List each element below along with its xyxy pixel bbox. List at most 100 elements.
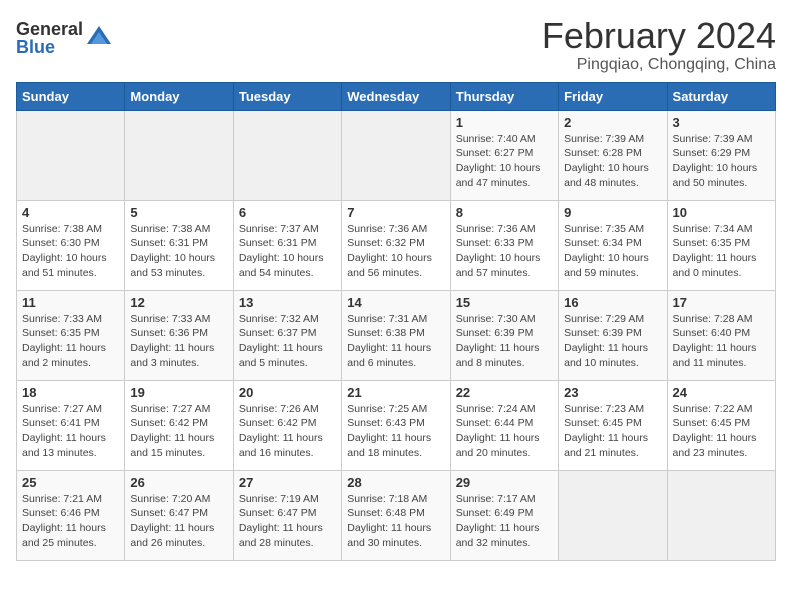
day-info: Sunrise: 7:37 AM Sunset: 6:31 PM Dayligh… bbox=[239, 222, 336, 281]
logo-blue-text: Blue bbox=[16, 38, 83, 56]
calendar-cell: 12 Sunrise: 7:33 AM Sunset: 6:36 PM Dayli… bbox=[125, 290, 233, 380]
day-number: 25 bbox=[22, 475, 119, 490]
calendar-cell: 20 Sunrise: 7:26 AM Sunset: 6:42 PM Dayli… bbox=[233, 380, 341, 470]
day-number: 29 bbox=[456, 475, 553, 490]
day-info: Sunrise: 7:29 AM Sunset: 6:39 PM Dayligh… bbox=[564, 312, 661, 371]
calendar-week-row: 25Sunrise: 7:21 AM Sunset: 6:46 PM Dayli… bbox=[17, 470, 776, 560]
day-info: Sunrise: 7:27 AM Sunset: 6:41 PM Dayligh… bbox=[22, 402, 119, 461]
day-info: Sunrise: 7:30 AM Sunset: 6:39 PM Dayligh… bbox=[456, 312, 553, 371]
day-info: Sunrise: 7:33 AM Sunset: 6:36 PM Dayligh… bbox=[130, 312, 227, 371]
day-number: 21 bbox=[347, 385, 444, 400]
calendar-cell: 19 Sunrise: 7:27 AM Sunset: 6:42 PM Dayli… bbox=[125, 380, 233, 470]
day-number: 22 bbox=[456, 385, 553, 400]
calendar-week-row: 4 Sunrise: 7:38 AM Sunset: 6:30 PM Daylig… bbox=[17, 200, 776, 290]
day-info: Sunrise: 7:40 AM Sunset: 6:27 PM Dayligh… bbox=[456, 132, 553, 191]
day-number: 28 bbox=[347, 475, 444, 490]
calendar-cell: 27 Sunrise: 7:19 AM Sunset: 6:47 PM Dayli… bbox=[233, 470, 341, 560]
calendar-table: SundayMondayTuesdayWednesdayThursdayFrid… bbox=[16, 82, 776, 561]
day-info: Sunrise: 7:33 AM Sunset: 6:35 PM Dayligh… bbox=[22, 312, 119, 371]
calendar-cell: 25Sunrise: 7:21 AM Sunset: 6:46 PM Dayli… bbox=[17, 470, 125, 560]
calendar-cell: 26 Sunrise: 7:20 AM Sunset: 6:47 PM Dayli… bbox=[125, 470, 233, 560]
day-header-tuesday: Tuesday bbox=[233, 82, 341, 110]
day-info: Sunrise: 7:23 AM Sunset: 6:45 PM Dayligh… bbox=[564, 402, 661, 461]
day-number: 1 bbox=[456, 115, 553, 130]
day-number: 17 bbox=[673, 295, 770, 310]
day-number: 9 bbox=[564, 205, 661, 220]
day-info: Sunrise: 7:32 AM Sunset: 6:37 PM Dayligh… bbox=[239, 312, 336, 371]
calendar-cell: 15 Sunrise: 7:30 AM Sunset: 6:39 PM Dayli… bbox=[450, 290, 558, 380]
day-number: 26 bbox=[130, 475, 227, 490]
calendar-cell: 18 Sunrise: 7:27 AM Sunset: 6:41 PM Dayli… bbox=[17, 380, 125, 470]
calendar-cell: 4 Sunrise: 7:38 AM Sunset: 6:30 PM Daylig… bbox=[17, 200, 125, 290]
day-number: 4 bbox=[22, 205, 119, 220]
day-header-wednesday: Wednesday bbox=[342, 82, 450, 110]
calendar-cell: 5 Sunrise: 7:38 AM Sunset: 6:31 PM Daylig… bbox=[125, 200, 233, 290]
day-number: 14 bbox=[347, 295, 444, 310]
day-number: 13 bbox=[239, 295, 336, 310]
calendar-cell: 9 Sunrise: 7:35 AM Sunset: 6:34 PM Daylig… bbox=[559, 200, 667, 290]
calendar-cell: 29 Sunrise: 7:17 AM Sunset: 6:49 PM Dayli… bbox=[450, 470, 558, 560]
day-number: 27 bbox=[239, 475, 336, 490]
calendar-cell: 22 Sunrise: 7:24 AM Sunset: 6:44 PM Dayli… bbox=[450, 380, 558, 470]
page-title: February 2024 bbox=[542, 16, 776, 56]
day-header-monday: Monday bbox=[125, 82, 233, 110]
calendar-cell: 17Sunrise: 7:28 AM Sunset: 6:40 PM Dayli… bbox=[667, 290, 775, 380]
day-number: 8 bbox=[456, 205, 553, 220]
calendar-cell bbox=[17, 110, 125, 200]
day-number: 3 bbox=[673, 115, 770, 130]
calendar-cell: 8 Sunrise: 7:36 AM Sunset: 6:33 PM Daylig… bbox=[450, 200, 558, 290]
day-info: Sunrise: 7:19 AM Sunset: 6:47 PM Dayligh… bbox=[239, 492, 336, 551]
day-number: 16 bbox=[564, 295, 661, 310]
day-info: Sunrise: 7:17 AM Sunset: 6:49 PM Dayligh… bbox=[456, 492, 553, 551]
day-info: Sunrise: 7:26 AM Sunset: 6:42 PM Dayligh… bbox=[239, 402, 336, 461]
logo-general-text: General bbox=[16, 20, 83, 38]
day-header-sunday: Sunday bbox=[17, 82, 125, 110]
calendar-cell: 7 Sunrise: 7:36 AM Sunset: 6:32 PM Daylig… bbox=[342, 200, 450, 290]
day-info: Sunrise: 7:38 AM Sunset: 6:31 PM Dayligh… bbox=[130, 222, 227, 281]
day-info: Sunrise: 7:25 AM Sunset: 6:43 PM Dayligh… bbox=[347, 402, 444, 461]
page-subtitle: Pingqiao, Chongqing, China bbox=[542, 56, 776, 74]
calendar-cell: 13 Sunrise: 7:32 AM Sunset: 6:37 PM Dayli… bbox=[233, 290, 341, 380]
day-number: 18 bbox=[22, 385, 119, 400]
day-info: Sunrise: 7:24 AM Sunset: 6:44 PM Dayligh… bbox=[456, 402, 553, 461]
day-number: 5 bbox=[130, 205, 227, 220]
day-header-friday: Friday bbox=[559, 82, 667, 110]
day-info: Sunrise: 7:18 AM Sunset: 6:48 PM Dayligh… bbox=[347, 492, 444, 551]
day-info: Sunrise: 7:35 AM Sunset: 6:34 PM Dayligh… bbox=[564, 222, 661, 281]
day-number: 15 bbox=[456, 295, 553, 310]
day-number: 7 bbox=[347, 205, 444, 220]
day-number: 10 bbox=[673, 205, 770, 220]
day-number: 19 bbox=[130, 385, 227, 400]
calendar-cell bbox=[559, 470, 667, 560]
logo: General Blue bbox=[16, 20, 113, 56]
day-info: Sunrise: 7:36 AM Sunset: 6:33 PM Dayligh… bbox=[456, 222, 553, 281]
day-info: Sunrise: 7:38 AM Sunset: 6:30 PM Dayligh… bbox=[22, 222, 119, 281]
day-number: 12 bbox=[130, 295, 227, 310]
calendar-cell: 1 Sunrise: 7:40 AM Sunset: 6:27 PM Daylig… bbox=[450, 110, 558, 200]
calendar-cell: 2Sunrise: 7:39 AM Sunset: 6:28 PM Daylig… bbox=[559, 110, 667, 200]
day-info: Sunrise: 7:27 AM Sunset: 6:42 PM Dayligh… bbox=[130, 402, 227, 461]
calendar-cell: 10 Sunrise: 7:34 AM Sunset: 6:35 PM Dayli… bbox=[667, 200, 775, 290]
day-info: Sunrise: 7:36 AM Sunset: 6:32 PM Dayligh… bbox=[347, 222, 444, 281]
calendar-cell bbox=[233, 110, 341, 200]
calendar-cell bbox=[667, 470, 775, 560]
logo-icon bbox=[85, 24, 113, 52]
calendar-cell: 3 Sunrise: 7:39 AM Sunset: 6:29 PM Daylig… bbox=[667, 110, 775, 200]
calendar-cell: 28 Sunrise: 7:18 AM Sunset: 6:48 PM Dayli… bbox=[342, 470, 450, 560]
day-number: 6 bbox=[239, 205, 336, 220]
calendar-cell bbox=[342, 110, 450, 200]
day-number: 11 bbox=[22, 295, 119, 310]
day-info: Sunrise: 7:20 AM Sunset: 6:47 PM Dayligh… bbox=[130, 492, 227, 551]
day-info: Sunrise: 7:31 AM Sunset: 6:38 PM Dayligh… bbox=[347, 312, 444, 371]
calendar-cell: 11 Sunrise: 7:33 AM Sunset: 6:35 PM Dayli… bbox=[17, 290, 125, 380]
calendar-cell: 24Sunrise: 7:22 AM Sunset: 6:45 PM Dayli… bbox=[667, 380, 775, 470]
day-header-saturday: Saturday bbox=[667, 82, 775, 110]
day-info: Sunrise: 7:34 AM Sunset: 6:35 PM Dayligh… bbox=[673, 222, 770, 281]
day-info: Sunrise: 7:39 AM Sunset: 6:29 PM Dayligh… bbox=[673, 132, 770, 191]
calendar-cell: 16 Sunrise: 7:29 AM Sunset: 6:39 PM Dayli… bbox=[559, 290, 667, 380]
calendar-week-row: 18 Sunrise: 7:27 AM Sunset: 6:41 PM Dayli… bbox=[17, 380, 776, 470]
day-number: 24 bbox=[673, 385, 770, 400]
day-number: 20 bbox=[239, 385, 336, 400]
calendar-header-row: SundayMondayTuesdayWednesdayThursdayFrid… bbox=[17, 82, 776, 110]
day-number: 2 bbox=[564, 115, 661, 130]
